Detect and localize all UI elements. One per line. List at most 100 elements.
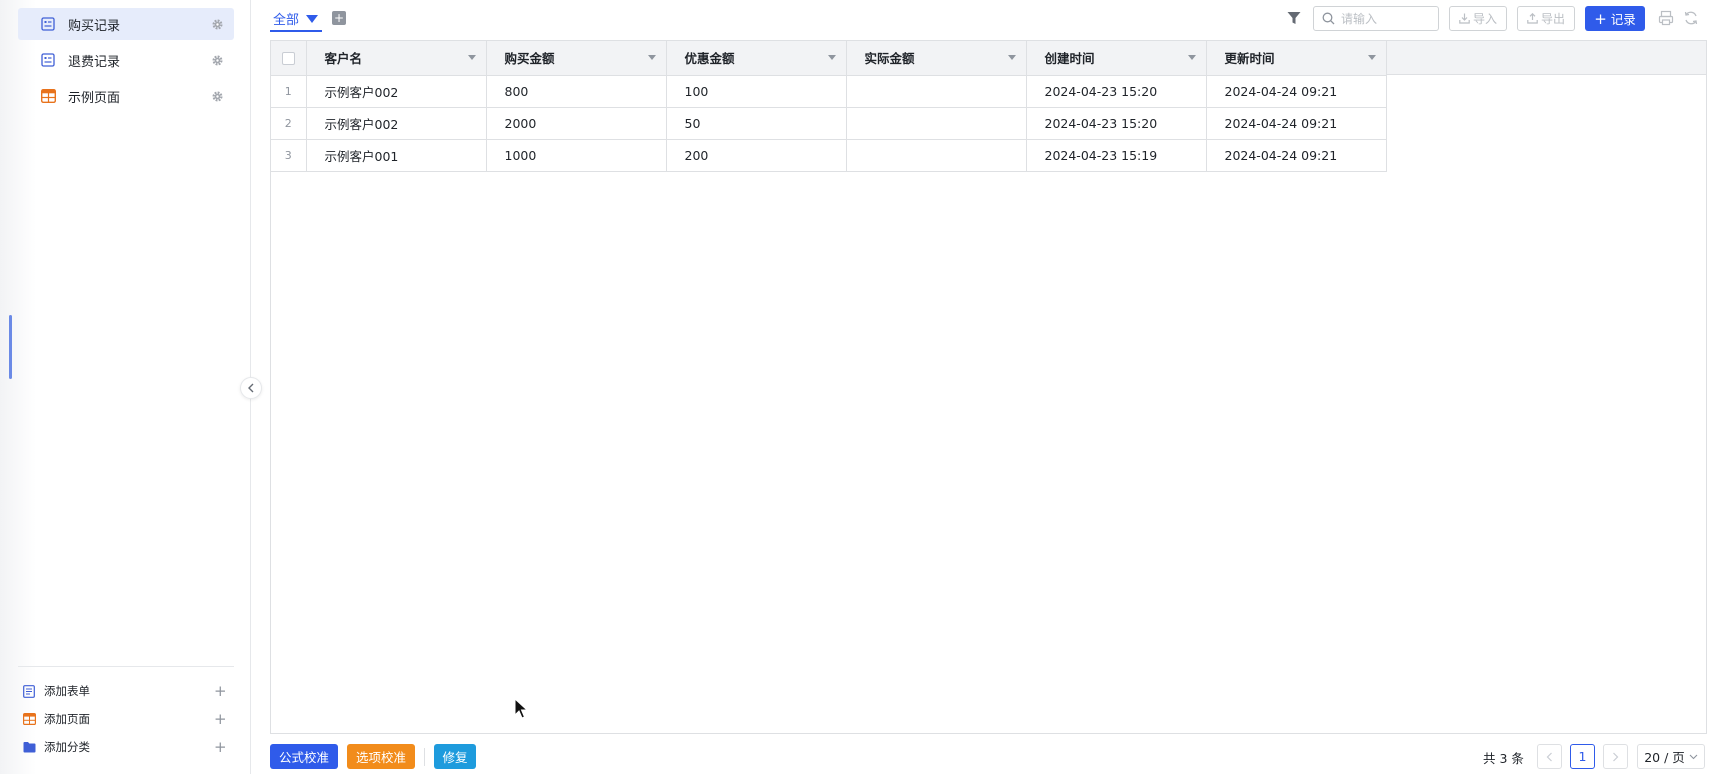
sidebar-scroll-indicator[interactable] [9,315,12,379]
caret-down-icon[interactable] [1187,55,1196,61]
import-label: 导入 [1472,12,1497,26]
caret-down-icon[interactable] [467,55,476,61]
page-number-button[interactable]: 1 [1570,744,1595,769]
table-cell[interactable]: 50 [666,107,847,140]
export-label: 导出 [1540,12,1565,26]
table-cell[interactable]: 示例客户001 [306,139,487,172]
sidebar-item-label: 示例页面 [68,90,121,106]
column-header-label: 实际金额 [864,51,915,67]
add-record-button[interactable]: + 记录 [1585,6,1645,31]
prev-page-button[interactable] [1537,744,1562,769]
gear-icon[interactable] [210,53,224,67]
import-button[interactable]: 导入 [1449,6,1507,31]
column-header-label: 优惠金额 [684,51,735,67]
gear-icon[interactable] [210,17,224,31]
select-all-cell[interactable] [271,41,307,76]
repair-button[interactable]: 修复 [434,744,476,769]
plus-icon[interactable]: + [214,684,227,699]
table-cell[interactable]: 2024-04-23 15:20 [1026,75,1207,108]
search-input[interactable] [1341,11,1431,26]
search-icon [1322,12,1335,25]
chevron-down-icon [1689,754,1698,759]
table-cell[interactable]: 2000 [486,107,667,140]
search-box[interactable] [1313,6,1439,31]
caret-down-icon[interactable] [1367,55,1376,61]
add-category-label: 添加分类 [44,740,90,754]
view-tab-label: 全部 [273,13,300,28]
table-cell[interactable]: 2024-04-24 09:21 [1206,139,1387,172]
add-page-item[interactable]: 添加页面 + [18,705,234,733]
add-record-label: 记录 [1610,12,1636,27]
table-cell[interactable]: 示例客户002 [306,107,487,140]
footer-divider [424,748,425,766]
column-header-updated-time[interactable]: 更新时间 [1206,41,1387,76]
plus-icon[interactable]: + [214,740,227,755]
row-index: 2 [271,107,307,140]
chevron-left-icon [1546,752,1552,761]
print-icon[interactable] [1658,10,1674,26]
add-view-icon[interactable]: + [332,11,346,25]
table-cell[interactable]: 2024-04-24 09:21 [1206,107,1387,140]
add-list: 添加表单 + 添加页面 + 添加分类 + [18,677,234,761]
table-row[interactable]: 1 示例客户002 800 100 2024-04-23 15:20 2024-… [271,75,1387,108]
table-cell[interactable]: 800 [486,75,667,108]
column-header-actual-amount[interactable]: 实际金额 [846,41,1027,76]
repair-label: 修复 [442,750,468,765]
sidebar-item-purchase-records[interactable]: 购买记录 [18,8,234,40]
table-cell[interactable]: 200 [666,139,847,172]
download-icon [1459,13,1470,24]
table-header-row: 客户名 购买金额 优惠金额 实际金额 创建时间 更新时间 [271,41,1387,76]
caret-down-icon[interactable] [647,55,656,61]
add-form-item[interactable]: 添加表单 + [18,677,234,705]
column-header-purchase-amount[interactable]: 购买金额 [486,41,667,76]
export-button[interactable]: 导出 [1517,6,1575,31]
total-count: 共 3 条 [1483,751,1524,766]
table-cell[interactable] [846,75,1027,108]
data-table-container: 客户名 购买金额 优惠金额 实际金额 创建时间 更新时间 1 示例客户002 8… [270,40,1707,734]
refresh-icon[interactable] [1683,10,1699,26]
form-icon [40,16,56,32]
folder-icon [22,740,36,754]
table-row[interactable]: 2 示例客户002 2000 50 2024-04-23 15:20 2024-… [271,107,1387,140]
select-all-checkbox[interactable] [281,51,295,65]
sidebar-item-sample-page[interactable]: 示例页面 [18,80,234,112]
table-cell[interactable]: 2024-04-23 15:20 [1026,107,1207,140]
mouse-cursor-icon [514,698,528,719]
data-table: 客户名 购买金额 优惠金额 实际金额 创建时间 更新时间 1 示例客户002 8… [271,41,1387,172]
table-cell[interactable]: 1000 [486,139,667,172]
add-category-item[interactable]: 添加分类 + [18,733,234,761]
caret-down-icon[interactable] [1007,55,1016,61]
collapse-sidebar-button[interactable] [240,377,262,399]
column-header-label: 更新时间 [1224,51,1275,67]
column-header-created-time[interactable]: 创建时间 [1026,41,1207,76]
gear-icon[interactable] [210,89,224,103]
table-cell[interactable]: 100 [666,75,847,108]
sidebar-item-refund-records[interactable]: 退费记录 [18,44,234,76]
option-calibrate-button[interactable]: 选项校准 [347,744,415,769]
column-header-customer[interactable]: 客户名 [306,41,487,76]
sidebar-item-label: 退费记录 [68,54,121,70]
page-table-icon [40,88,56,104]
next-page-button[interactable] [1603,744,1628,769]
table-cell[interactable]: 2024-04-24 09:21 [1206,75,1387,108]
column-header-discount-amount[interactable]: 优惠金额 [666,41,847,76]
row-index: 3 [271,139,307,172]
table-row[interactable]: 3 示例客户001 1000 200 2024-04-23 15:19 2024… [271,139,1387,172]
table-cell[interactable]: 2024-04-23 15:19 [1026,139,1207,172]
view-tab-all[interactable]: 全部 [270,9,323,32]
table-cell[interactable] [846,107,1027,140]
table-cell[interactable]: 示例客户002 [306,75,487,108]
sidebar-rail [0,0,36,774]
page-size-select[interactable]: 20 / 页 [1637,744,1705,769]
current-page-label: 1 [1578,749,1587,764]
form-icon [22,684,36,698]
plus-icon: + [1594,9,1607,28]
page-table-icon [22,712,36,726]
formula-calibrate-label: 公式校准 [278,750,329,765]
caret-down-icon[interactable] [827,55,836,61]
plus-icon[interactable]: + [214,712,227,727]
chevron-right-icon [1613,752,1619,761]
table-cell[interactable] [846,139,1027,172]
filter-icon[interactable] [1286,10,1302,26]
formula-calibrate-button[interactable]: 公式校准 [270,744,338,769]
